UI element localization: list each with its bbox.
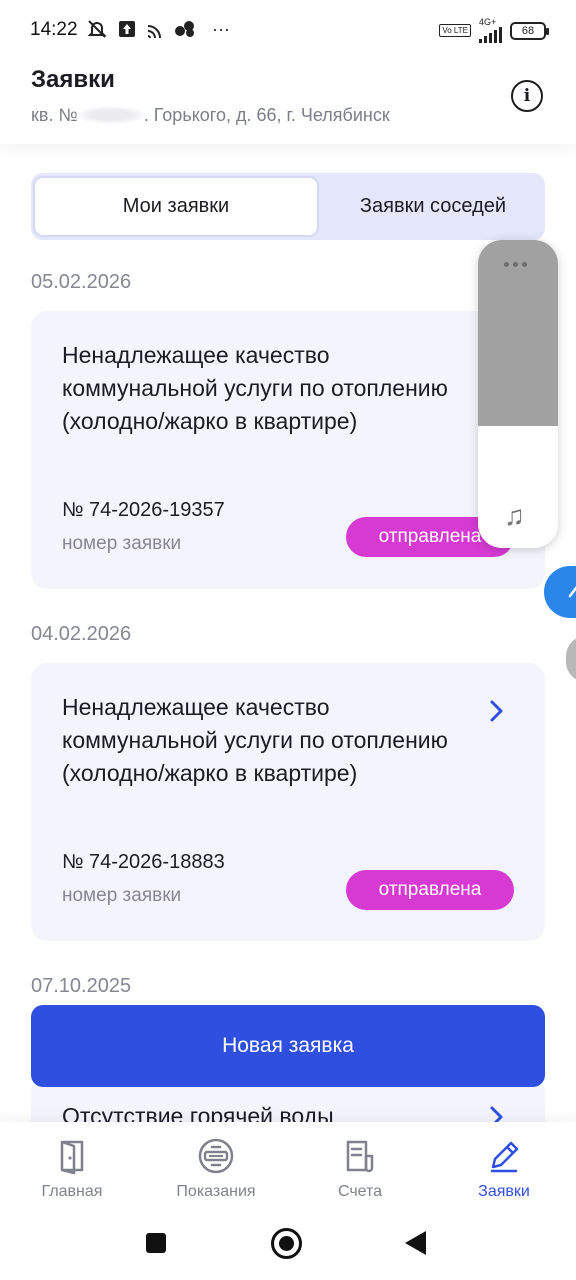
tab-label: Заявки соседей <box>359 195 507 217</box>
nav-label: Счета <box>337 1183 383 1200</box>
request-number: № 74-2026-18883 <box>62 851 225 873</box>
media-widget[interactable]: ♫ <box>478 240 558 548</box>
info-icon: i <box>523 86 531 106</box>
screen: 14:22 ··· Vo LTE 4G+ 68 Заявки кв. № . Г… <box>0 0 576 1280</box>
status-icons-right: Vo LTE 4G+ 68 <box>439 17 549 43</box>
media-more-icon[interactable] <box>504 262 527 267</box>
info-button[interactable]: i <box>511 80 543 112</box>
battery-icon: 68 <box>510 21 549 40</box>
muted-bell-icon <box>87 20 107 38</box>
upload-icon <box>119 21 135 37</box>
cast-icon <box>147 25 161 38</box>
app-cluster-icon <box>175 21 194 37</box>
home-button[interactable] <box>271 1228 302 1259</box>
media-volume-fill[interactable] <box>478 240 558 426</box>
floating-edge-button[interactable] <box>566 636 576 682</box>
status-badge: отправлена <box>346 870 514 910</box>
tab-label: Мои заявки <box>122 195 230 217</box>
volte-icon: Vo LTE <box>439 24 471 37</box>
door-icon <box>60 1140 84 1175</box>
nav-item-bills[interactable]: Счета <box>320 1122 400 1215</box>
chevron-right-icon <box>490 700 503 722</box>
more-notifications-icon: ··· <box>212 18 230 39</box>
music-note-icon: ♫ <box>504 500 525 531</box>
status-bar: 14:22 ··· Vo LTE 4G+ 68 <box>0 0 576 60</box>
receipt-icon <box>346 1140 374 1173</box>
status-time: 14:22 <box>30 19 78 40</box>
nav-item-requests[interactable]: Заявки <box>464 1122 544 1215</box>
battery-level: 68 <box>521 24 535 37</box>
bottom-navigation: Главная Показания Счета Заявки <box>0 1122 576 1215</box>
signal-icon <box>479 27 502 43</box>
request-number-label: номер заявки <box>62 533 182 554</box>
new-request-label: Новая заявка <box>222 1034 354 1057</box>
app-header: Заявки кв. № . Горького, д. 66, г. Челяби… <box>0 60 576 144</box>
network-type: 4G+ <box>479 17 497 27</box>
page-title: Заявки <box>31 66 115 93</box>
request-title: Ненадлежащее качество коммунальной услуг… <box>62 694 448 786</box>
status-icons-left: ··· <box>86 18 230 40</box>
tab-neighbors-requests[interactable]: Заявки соседей <box>321 173 545 240</box>
tab-my-requests[interactable]: Мои заявки <box>33 176 319 237</box>
request-card[interactable]: Ненадлежащее качество коммунальной услуг… <box>31 663 545 941</box>
address-rest: . Горького, д. 66, г. Челябинск <box>143 105 390 125</box>
address-redacted <box>75 106 146 124</box>
requests-tabs: Мои заявки Заявки соседей <box>31 173 545 240</box>
nav-item-readings[interactable]: Показания <box>166 1122 266 1215</box>
request-date: 05.02.2026 <box>31 271 132 293</box>
request-date: 07.10.2025 <box>31 975 132 997</box>
request-title: Ненадлежащее качество коммунальной услуг… <box>62 342 448 434</box>
nav-label: Заявки <box>478 1183 530 1200</box>
request-number: № 74-2026-19357 <box>62 499 225 521</box>
address-line: кв. № . Горького, д. 66, г. Челябинск <box>31 105 390 126</box>
nav-item-home[interactable]: Главная <box>32 1122 112 1215</box>
request-card[interactable]: Ненадлежащее качество коммунальной услуг… <box>31 311 545 589</box>
system-navigation <box>0 1215 576 1280</box>
meter-icon <box>198 1138 234 1174</box>
nav-label: Показания <box>176 1183 256 1200</box>
chevron-up-icon <box>568 586 576 598</box>
back-button[interactable] <box>405 1231 426 1255</box>
pencil-icon <box>490 1141 519 1173</box>
request-date: 04.02.2026 <box>31 623 132 645</box>
nav-label: Главная <box>41 1183 103 1200</box>
recent-apps-button[interactable] <box>146 1233 166 1253</box>
request-number-label: номер заявки <box>62 885 182 906</box>
new-request-button[interactable]: Новая заявка <box>31 1005 545 1087</box>
address-prefix: кв. № <box>31 105 78 125</box>
